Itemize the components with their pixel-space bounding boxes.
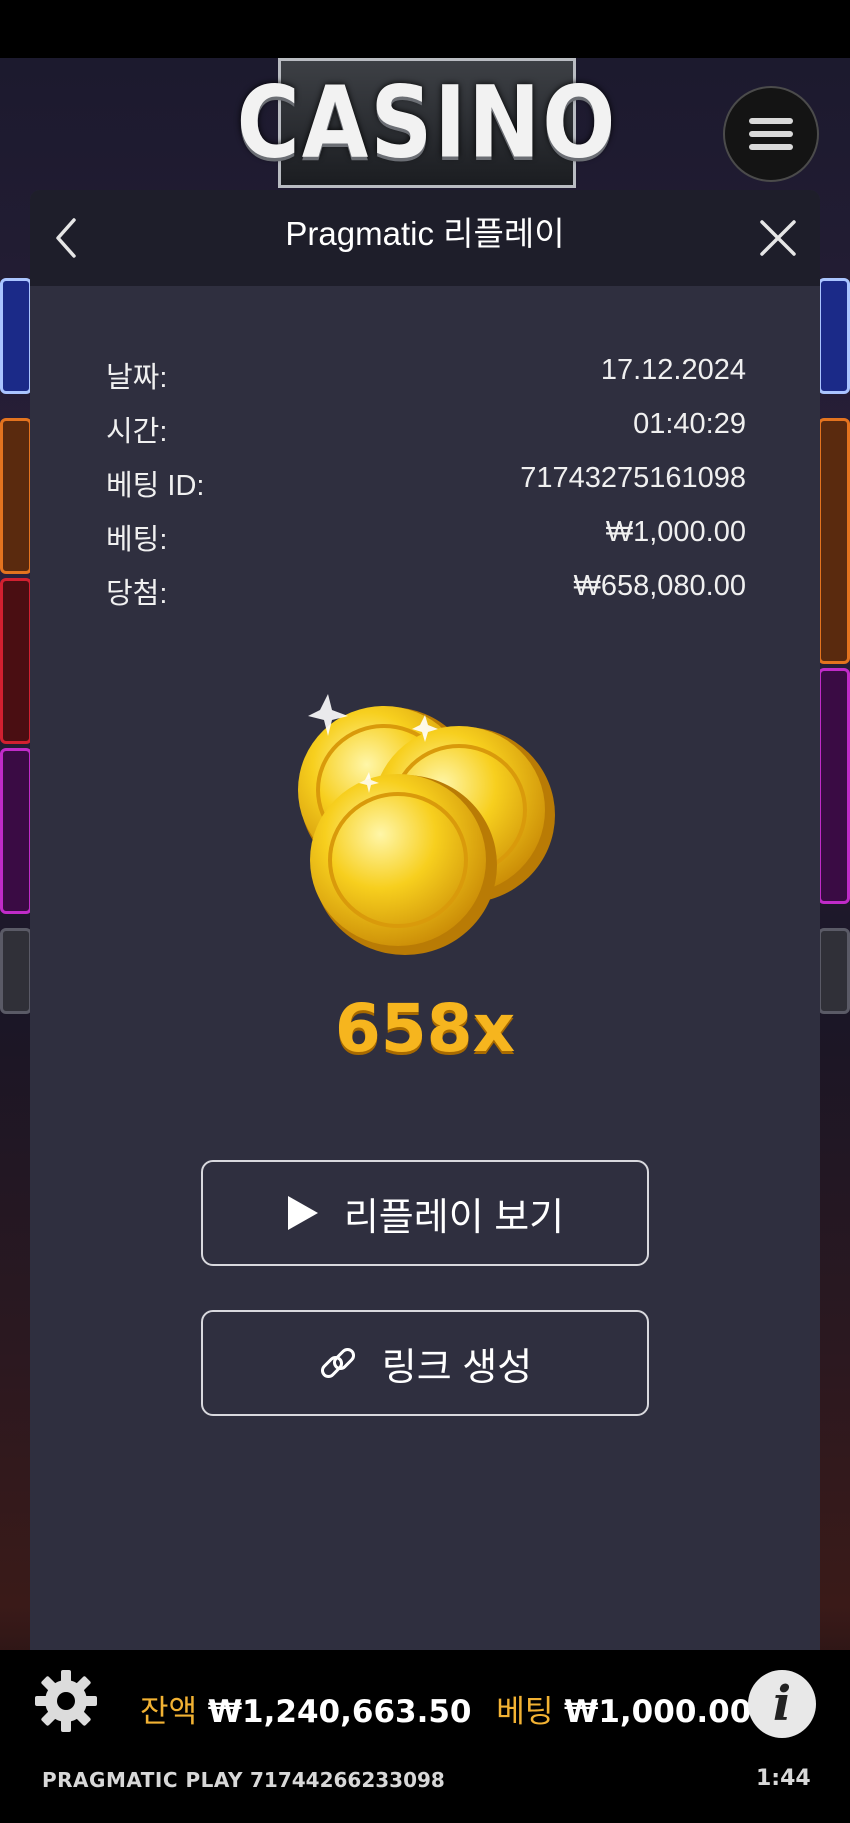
balance-value: ₩1,240,663.50 xyxy=(207,1694,472,1730)
win-multiplier: 658x xyxy=(334,990,516,1067)
win-value: ₩658,080.00 xyxy=(573,570,746,602)
bet-label: 베팅: xyxy=(106,524,168,556)
hamburger-menu-icon xyxy=(749,118,793,150)
link-icon xyxy=(318,1343,358,1383)
bottom-bet-value: ₩1,000.00 xyxy=(564,1694,752,1730)
time-value: 01:40:29 xyxy=(633,408,746,440)
info-row-bet-id: 베팅 ID: 71743275161098 xyxy=(106,462,746,502)
gold-coins-icon xyxy=(298,694,555,955)
gear-icon xyxy=(35,1670,97,1732)
info-row-time: 시간: 01:40:29 xyxy=(106,408,746,448)
bet-value: ₩1,000.00 xyxy=(605,516,746,548)
clock-time: 1:44 xyxy=(756,1766,811,1791)
dialog-title: Pragmatic 리플레이 xyxy=(285,215,565,252)
back-button[interactable] xyxy=(44,214,88,262)
round-id: 71744266233098 xyxy=(250,1768,445,1792)
bet-id-label: 베팅 ID: xyxy=(106,470,205,502)
create-link-button[interactable]: 링크 생성 xyxy=(201,1310,649,1416)
info-row-win: 당첨: ₩658,080.00 xyxy=(106,570,746,610)
date-value: 17.12.2024 xyxy=(600,354,746,386)
close-icon xyxy=(760,220,796,256)
right-reel-edge xyxy=(818,58,850,1778)
provider-brand: PRAGMATIC PLAY xyxy=(42,1768,243,1792)
create-link-label: 링크 생성 xyxy=(381,1346,533,1389)
bottom-bar xyxy=(0,1650,850,1823)
chevron-left-icon xyxy=(56,218,76,258)
time-label: 시간: xyxy=(106,416,168,448)
win-label: 당첨: xyxy=(106,578,168,610)
watch-replay-label: 리플레이 보기 xyxy=(343,1196,565,1239)
bet-id-value: 71743275161098 xyxy=(520,462,746,494)
info-row-bet: 베팅: ₩1,000.00 xyxy=(106,516,746,556)
info-row-date: 날짜: 17.12.2024 xyxy=(106,354,746,394)
settings-button[interactable] xyxy=(33,1668,99,1734)
casino-logo-text: CASINO xyxy=(236,65,618,181)
play-icon xyxy=(286,1194,320,1232)
replay-dialog: Pragmatic 리플레이 날짜: 17.12.2024 시간: 01:40:… xyxy=(30,190,820,1650)
watch-replay-button[interactable]: 리플레이 보기 xyxy=(201,1160,649,1266)
info-icon: i xyxy=(772,1676,792,1732)
balance-label: 잔액 xyxy=(140,1694,198,1730)
left-reel-edge xyxy=(0,58,32,1778)
casino-logo: CASINO xyxy=(237,58,615,188)
balance-bar: 잔액 ₩1,240,663.50 베팅 ₩1,000.00 xyxy=(140,1686,751,1731)
menu-button[interactable] xyxy=(723,86,819,182)
date-label: 날짜: xyxy=(106,362,168,394)
close-button[interactable] xyxy=(754,214,802,262)
info-button[interactable]: i xyxy=(748,1670,816,1738)
bottom-bet-label: 베팅 xyxy=(496,1694,554,1730)
